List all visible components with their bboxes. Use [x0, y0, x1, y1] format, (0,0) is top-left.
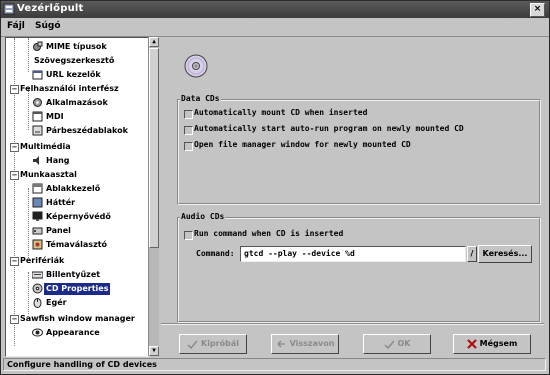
tree-item-dialogs[interactable]: Párbeszédablakok	[6, 124, 148, 138]
mouse-icon	[33, 298, 42, 308]
screensaver-icon	[32, 211, 43, 221]
dialog-icon	[32, 125, 43, 136]
tree-item-keyboard[interactable]: Billentyűzet	[6, 268, 148, 282]
revert-button[interactable]: Visszavon	[271, 334, 339, 354]
background-icon	[32, 197, 43, 208]
open-file-manager-label: Open file manager window for newly mount…	[194, 140, 411, 149]
tree-item-text-editor[interactable]: Szövegszerkesztő	[6, 54, 148, 68]
auto-run-label: Automatically start auto-run program on …	[194, 124, 464, 133]
revert-icon	[277, 340, 285, 347]
menu-help[interactable]: Súgó	[35, 21, 61, 31]
audio-cds-title: Audio CDs	[180, 212, 226, 221]
tree-item-sound[interactable]: Hang	[6, 154, 148, 168]
command-input[interactable]: gtcd --play --device %d	[240, 246, 466, 262]
tree-item-sawfish[interactable]: − Sawfish window manager	[6, 312, 148, 326]
run-command-label: Run command when CD is inserted	[194, 229, 344, 238]
close-button[interactable]: ×	[530, 3, 545, 17]
cancel-button[interactable]: Mégsem	[453, 334, 531, 354]
sound-icon	[33, 156, 39, 165]
ok-icon	[383, 340, 395, 349]
keyboard-icon	[32, 271, 43, 279]
scroll-thumb[interactable]	[149, 48, 159, 248]
scroll-up-icon[interactable]: ▲	[149, 37, 159, 47]
apps-icon	[33, 98, 42, 107]
browse-button[interactable]: Keresés...	[478, 245, 532, 263]
tree-item-mouse[interactable]: Egér	[6, 296, 148, 310]
command-label: Command:	[196, 249, 235, 258]
tree-item-background[interactable]: Háttér	[6, 196, 148, 210]
tree-item-multimedia[interactable]: − Multimédia	[6, 140, 148, 154]
tree-item-applications[interactable]: Alkalmazások	[6, 96, 148, 110]
tree-item-peripherals[interactable]: − Perifériák	[6, 254, 148, 268]
cd-icon	[184, 54, 208, 78]
command-browse-icon[interactable]: /	[467, 246, 477, 262]
url-icon	[32, 70, 43, 80]
ok-button[interactable]: OK	[363, 334, 431, 354]
tree-item-window-manager[interactable]: Ablakkezelő	[6, 182, 148, 196]
menu-file[interactable]: Fájl	[7, 21, 25, 31]
tree-item-panel[interactable]: Panel	[6, 224, 148, 238]
data-cds-title: Data CDs	[180, 94, 221, 103]
status-bar: Configure handling of CD devices	[3, 358, 546, 371]
mime-icon	[33, 41, 43, 51]
button-separator	[161, 323, 544, 325]
menu-bar: Fájl Súgó	[1, 19, 549, 37]
window-manager-icon	[32, 183, 43, 194]
data-cds-frame: Data CDs Automatically mount CD when ins…	[177, 94, 541, 205]
scroll-down-icon[interactable]: ▼	[149, 346, 159, 356]
cd-icon	[32, 283, 43, 294]
window-title: Vezérlőpult	[17, 3, 84, 14]
cancel-icon	[466, 339, 477, 349]
control-center-window: Vezérlőpult × Fájl Súgó MIME típusok Szö…	[0, 0, 550, 375]
tree-item-screensaver[interactable]: Képernyővédő	[6, 210, 148, 224]
panel-icon	[32, 227, 43, 235]
tree-item-user-interface[interactable]: − Felhasználói interfész	[6, 82, 148, 96]
run-command-checkbox[interactable]	[184, 231, 193, 240]
cd-properties-panel: Data CDs Automatically mount CD when ins…	[161, 37, 545, 355]
theme-icon	[32, 239, 43, 250]
tree-scrollbar[interactable]: ▲ ▼	[148, 37, 159, 356]
tree-item-mime[interactable]: MIME típusok	[6, 40, 148, 54]
mdi-icon	[32, 111, 43, 122]
appearance-icon	[32, 328, 43, 337]
control-panel-icon	[3, 3, 15, 15]
close-icon: ×	[533, 4, 542, 14]
tree-item-theme-selector[interactable]: Témaválasztó	[6, 238, 148, 252]
title-bar[interactable]: Vezérlőpult ×	[1, 1, 549, 18]
auto-mount-label: Automatically mount CD when inserted	[194, 108, 368, 117]
audio-cds-frame: Audio CDs Run command when CD is inserte…	[177, 212, 541, 323]
tree-item-url-handlers[interactable]: URL kezelők	[6, 68, 148, 82]
settings-tree[interactable]: MIME típusok Szövegszerkesztő URL kezelő…	[5, 37, 149, 357]
tree-item-appearance[interactable]: Appearance	[6, 326, 148, 340]
tree-item-mdi[interactable]: MDI	[6, 110, 148, 124]
try-icon	[187, 340, 198, 349]
tree-item-desktop[interactable]: − Munkaasztal	[6, 168, 148, 182]
tree-item-cd-properties[interactable]: CD Properties	[6, 282, 148, 296]
auto-mount-checkbox[interactable]	[184, 110, 193, 119]
try-button[interactable]: Kipróbál	[179, 334, 247, 354]
open-file-manager-checkbox[interactable]	[184, 142, 193, 151]
auto-run-checkbox[interactable]	[184, 126, 193, 135]
